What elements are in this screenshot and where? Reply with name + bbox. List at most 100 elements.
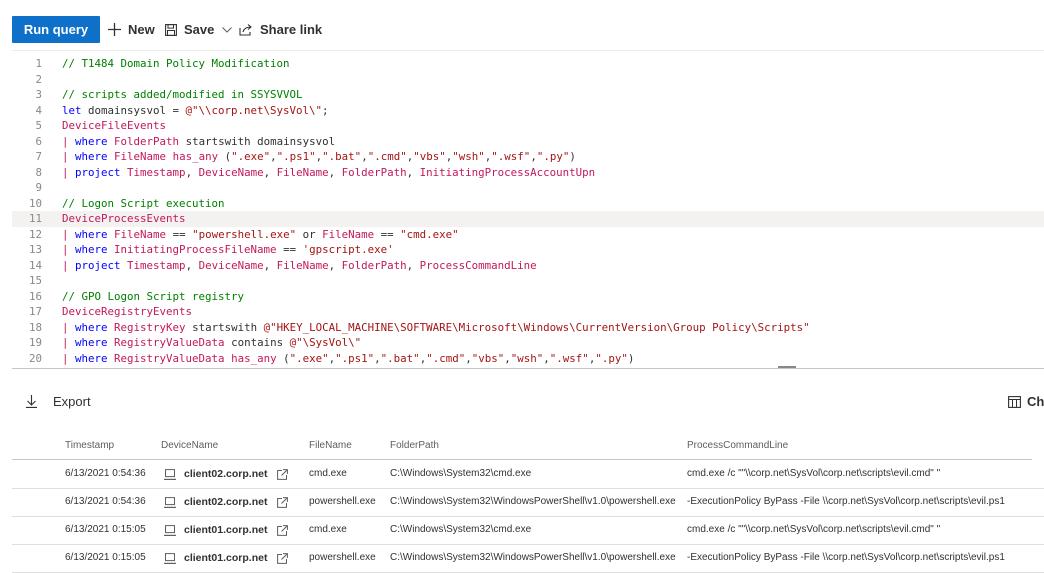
code-token: startswith domainsysvol xyxy=(179,134,336,148)
code-text: // GPO Logon Script registry xyxy=(62,289,244,305)
code-line[interactable]: 9 xyxy=(12,180,1044,196)
code-token: project xyxy=(75,165,121,179)
code-text: | project Timestamp, DeviceName, FileNam… xyxy=(62,165,595,181)
open-device-page-icon[interactable] xyxy=(277,552,289,564)
code-line[interactable]: 18 | where RegistryKey startswith @"HKEY_… xyxy=(12,320,1044,336)
device-name-cell[interactable]: client01.corp.net xyxy=(164,516,289,544)
line-number: 10 xyxy=(28,196,42,210)
code-token: ".wsf" xyxy=(491,150,531,163)
share-link-button[interactable]: Share link xyxy=(239,16,322,43)
code-text: | where RegistryValueData has_any (".exe… xyxy=(62,351,634,367)
code-line[interactable]: 4 let domainsysvol = @"\\corp.net\SysVol\… xyxy=(12,103,1044,119)
code-line[interactable]: 14 | project Timestamp, DeviceName, FileN… xyxy=(12,258,1044,274)
code-token: where xyxy=(75,134,108,148)
device-name-link[interactable]: client02.corp.net xyxy=(184,460,267,488)
code-token: @"\\corp.net\SysVol\" xyxy=(185,103,323,117)
open-device-page-icon[interactable] xyxy=(277,496,289,508)
device-name-cell[interactable]: client02.corp.net xyxy=(164,488,289,516)
line-number: 13 xyxy=(28,243,42,256)
line-number: 3 xyxy=(35,88,42,101)
code-line[interactable]: 5 DeviceFileEvents xyxy=(12,118,1044,134)
code-token: DeviceName xyxy=(198,165,264,179)
line-number: 20 xyxy=(28,351,42,365)
code-token: let xyxy=(62,103,82,117)
code-token: FileName xyxy=(276,165,329,179)
code-token: DeviceName xyxy=(198,258,264,272)
code-token: // T1484 Domain Policy Modification xyxy=(62,57,290,70)
column-header-processcommandline[interactable]: ProcessCommandLine xyxy=(687,440,788,451)
code-line[interactable]: 2 xyxy=(12,72,1044,88)
code-line[interactable]: 20 | where RegistryValueData has_any (".e… xyxy=(12,351,1044,367)
code-text: // Logon Script execution xyxy=(62,196,225,212)
code-line[interactable]: 15 xyxy=(12,273,1044,289)
column-header-filename[interactable]: FileName xyxy=(309,440,352,451)
code-token: // Logon Script execution xyxy=(62,196,225,210)
code-line[interactable]: 16 // GPO Logon Script registry xyxy=(12,289,1044,305)
column-header-timestamp[interactable]: Timestamp xyxy=(65,440,114,451)
line-number: 16 xyxy=(28,289,42,303)
table-row[interactable]: 6/13/2021 0:54:36 client02.corp.net cmd.ex… xyxy=(12,460,1044,489)
code-token: , xyxy=(406,258,420,272)
device-name-link[interactable]: client01.corp.net xyxy=(184,516,267,544)
line-number: 9 xyxy=(35,181,42,194)
code-line[interactable]: 19 | where RegistryValueData contains @"\… xyxy=(12,335,1044,351)
device-name-cell[interactable]: client02.corp.net xyxy=(164,460,289,488)
code-token: | xyxy=(62,320,76,334)
code-token: == xyxy=(276,243,303,256)
open-device-page-icon[interactable] xyxy=(277,524,289,536)
query-editor[interactable]: 1 // T1484 Domain Policy Modification 2 3 //… xyxy=(12,50,1044,369)
code-token: , xyxy=(328,258,342,272)
line-number: 17 xyxy=(28,305,42,318)
pane-splitter[interactable] xyxy=(12,368,1044,372)
table-row[interactable]: 6/13/2021 0:15:05 client01.corp.net powers… xyxy=(12,544,1044,573)
chart-button[interactable]: Ch xyxy=(1008,394,1044,409)
code-line[interactable]: 13 | where InitiatingProcessFileName == '… xyxy=(12,242,1044,258)
code-token: , xyxy=(263,258,277,272)
code-line[interactable]: 6 | where FolderPath startswith domainsys… xyxy=(12,134,1044,150)
line-number: 14 xyxy=(28,258,42,272)
code-text: DeviceFileEvents xyxy=(62,118,166,134)
open-device-page-icon[interactable] xyxy=(277,468,289,480)
chart-table-icon xyxy=(1008,395,1021,408)
save-icon xyxy=(165,23,177,36)
column-header-devicename[interactable]: DeviceName xyxy=(161,440,218,451)
code-token: where xyxy=(75,351,108,365)
code-token: | xyxy=(62,258,76,272)
save-button[interactable]: Save xyxy=(165,16,233,43)
process-command-line-cell: cmd.exe /c ""\\corp.net\SysVol\corp.net\… xyxy=(687,524,941,535)
column-header-folderpath[interactable]: FolderPath xyxy=(390,440,439,451)
code-line[interactable]: 8 | project Timestamp, DeviceName, FileNa… xyxy=(12,165,1044,181)
code-token: | xyxy=(62,134,76,148)
table-row[interactable]: 6/13/2021 0:54:36 client02.corp.net powers… xyxy=(12,488,1044,517)
chevron-down-icon[interactable] xyxy=(222,26,233,33)
timestamp-cell: 6/13/2021 0:15:05 xyxy=(65,524,146,535)
new-query-button[interactable]: New xyxy=(108,16,155,43)
line-number: 18 xyxy=(28,320,42,334)
code-line[interactable]: 3 // scripts added/modified in SSYSVVOL xyxy=(12,87,1044,103)
device-name-link[interactable]: client02.corp.net xyxy=(184,488,267,516)
share-icon xyxy=(239,23,252,36)
code-token: ProcessCommandLine xyxy=(419,258,537,272)
code-line[interactable]: 17 DeviceRegistryEvents xyxy=(12,304,1044,320)
code-token: DeviceProcessEvents xyxy=(62,212,186,225)
code-token: ".exe" xyxy=(231,150,271,163)
code-line[interactable]: 7 | where FileName has_any (".exe",".ps1"… xyxy=(12,149,1044,165)
code-line[interactable]: 1 // T1484 Domain Policy Modification xyxy=(12,56,1044,72)
code-token: startswith xyxy=(185,320,264,334)
run-query-button[interactable]: Run query xyxy=(12,16,100,43)
code-token: "wsh" xyxy=(510,351,544,365)
code-line[interactable]: 11 DeviceProcessEvents xyxy=(12,211,1044,227)
code-token: project xyxy=(75,258,121,272)
folder-path-cell: C:\Windows\System32\cmd.exe xyxy=(390,524,532,535)
code-token: // scripts added/modified in SSYSVVOL xyxy=(62,88,303,101)
code-token: | xyxy=(62,227,76,241)
code-line[interactable]: 10 // Logon Script execution xyxy=(12,196,1044,212)
code-token: 'gpscript.exe' xyxy=(302,243,394,256)
table-row[interactable]: 6/13/2021 0:15:05 client01.corp.net cmd.ex… xyxy=(12,516,1044,545)
code-line[interactable]: 12 | where FileName == "powershell.exe" o… xyxy=(12,227,1044,243)
code-token: ".cmd" xyxy=(367,150,407,163)
code-token: "vbs" xyxy=(471,351,505,365)
export-button[interactable]: Export xyxy=(26,394,91,409)
code-text: | where FileName has_any (".exe",".ps1",… xyxy=(62,149,576,165)
splitter-handle[interactable] xyxy=(778,366,796,368)
